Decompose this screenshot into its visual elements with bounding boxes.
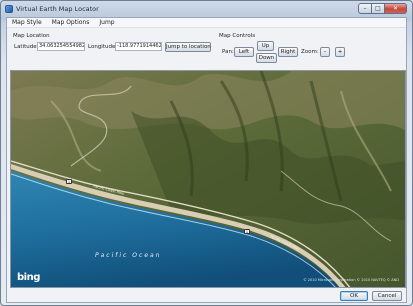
ok-button[interactable]: OK — [340, 291, 368, 301]
pan-right-button[interactable]: Right — [278, 47, 298, 57]
close-button[interactable]: ✕ — [385, 3, 407, 14]
ocean-label: Pacific Ocean — [95, 252, 162, 259]
pan-left-button[interactable]: Left — [234, 47, 254, 57]
zoom-in-button[interactable]: + — [335, 47, 345, 57]
latitude-input[interactable]: 34.0632545549824 — [37, 42, 85, 51]
menu-jump[interactable]: Jump — [94, 18, 119, 27]
jump-to-location-button[interactable]: Jump to location — [165, 42, 211, 52]
longitude-label: Longitude — [88, 44, 116, 50]
map-attribution: © 2010 Microsoft Corporation © 2010 NAVT… — [303, 278, 399, 282]
title-bar[interactable]: Virtual Earth Map Locator – □ ✕ — [1, 1, 412, 17]
app-window: Virtual Earth Map Locator – □ ✕ Map Styl… — [0, 0, 413, 306]
map-view[interactable]: 1 Pacific Coast Hwy 1 Pacific Coast Hwy … — [10, 70, 406, 288]
maximize-button[interactable]: □ — [372, 3, 385, 14]
latitude-label: Latitude — [14, 44, 37, 50]
highway-shield-2: 1 — [244, 229, 250, 234]
caption-buttons: – □ ✕ — [358, 3, 407, 14]
map-location-label: Map Location — [13, 33, 50, 39]
pan-label: Pan: — [222, 49, 234, 55]
bing-logo: bing — [17, 272, 40, 283]
pan-down-button[interactable]: Down — [256, 53, 277, 63]
pan-up-button[interactable]: Up — [257, 41, 274, 51]
menu-map-options[interactable]: Map Options — [47, 18, 95, 27]
client-area: Map Style Map Options Jump Map Location … — [6, 17, 407, 303]
highway-shield-1: 1 — [66, 179, 72, 184]
menu-bar: Map Style Map Options Jump — [7, 18, 406, 28]
zoom-label: Zoom: — [301, 49, 319, 55]
cancel-button[interactable]: Cancel — [372, 291, 402, 301]
globe-icon — [5, 5, 13, 13]
window-title: Virtual Earth Map Locator — [16, 5, 99, 13]
zoom-out-button[interactable]: – — [320, 47, 330, 57]
minimize-button[interactable]: – — [358, 3, 372, 14]
map-controls-label: Map Controls — [219, 33, 256, 39]
menu-map-style[interactable]: Map Style — [7, 18, 47, 27]
longitude-input[interactable]: -118.977191446212 — [115, 42, 162, 51]
